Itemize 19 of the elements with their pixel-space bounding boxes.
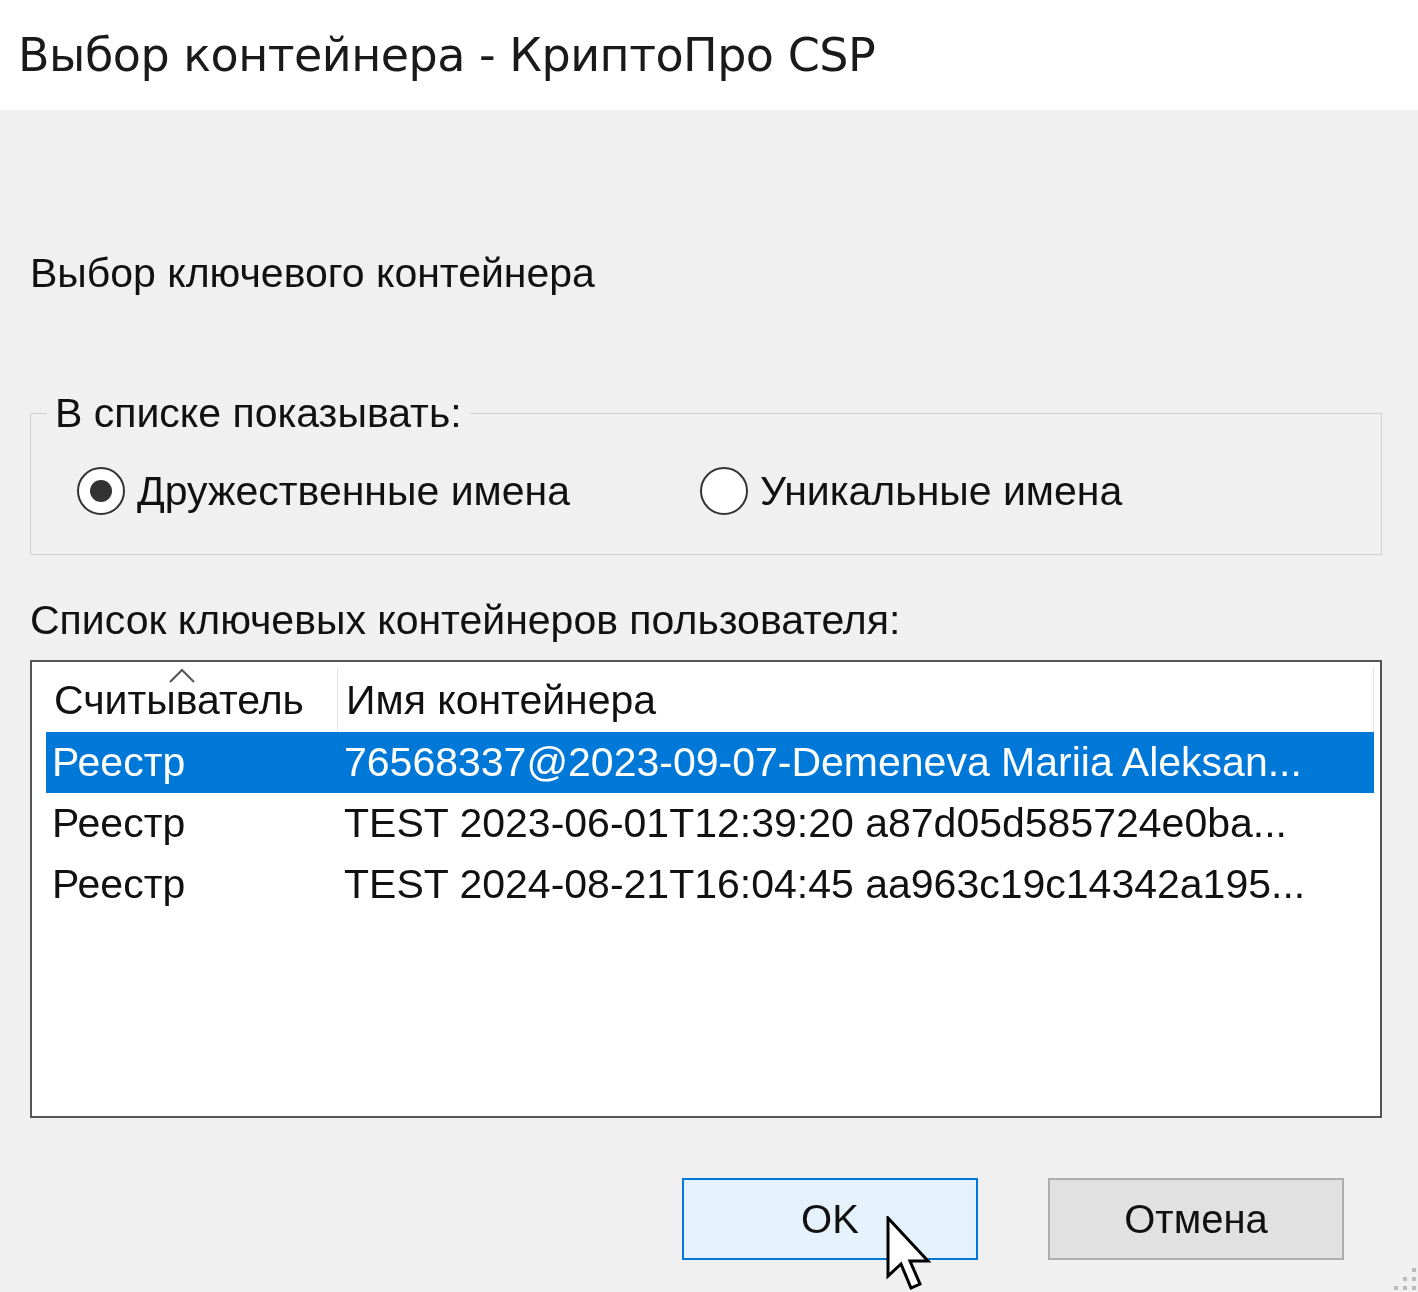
window-title: Выбор контейнера - КриптоПро CSP <box>18 28 876 82</box>
list-label: Список ключевых контейнеров пользователя: <box>30 597 902 644</box>
list-row[interactable]: Реестр TEST 2023-06-01T12:39:20 a87d05d585724e0ba... <box>46 793 1374 854</box>
list-row[interactable]: Реестр TEST 2024-08-21T16:04:45 aa963c19c14342a195... <box>46 854 1374 915</box>
container-name-cell-text: TEST 2024-08-21T16:04:45 aa963c19c14342a195... <box>343 861 1307 908</box>
radio-button[interactable] <box>77 467 125 515</box>
radio-label[interactable]: Уникальные имена <box>760 467 1123 515</box>
container-name-cell-text: TEST 2023-06-01T12:39:20 a87d05d585724e0ba... <box>343 800 1288 847</box>
container-name-cell-text: 76568337@2023-09-07-Demeneva Mariia Aleksan... <box>343 739 1303 786</box>
dialog-heading: Выбор ключевого контейнера <box>30 250 596 297</box>
sort-caret-icon <box>168 668 196 684</box>
list-row[interactable]: Реестр 76568337@2023-09-07-Demeneva Mariia Aleksan... <box>46 732 1374 793</box>
radio-label[interactable]: Дружественные имена <box>137 467 570 515</box>
radio-button[interactable] <box>700 467 748 515</box>
cancel-button[interactable]: Отмена <box>1048 1178 1344 1260</box>
ok-button[interactable]: OK <box>682 1178 978 1260</box>
reader-cell-text: Реестр <box>51 800 187 847</box>
reader-cell-text: Реестр <box>51 861 187 908</box>
reader-cell-text: Реестр <box>51 739 187 786</box>
